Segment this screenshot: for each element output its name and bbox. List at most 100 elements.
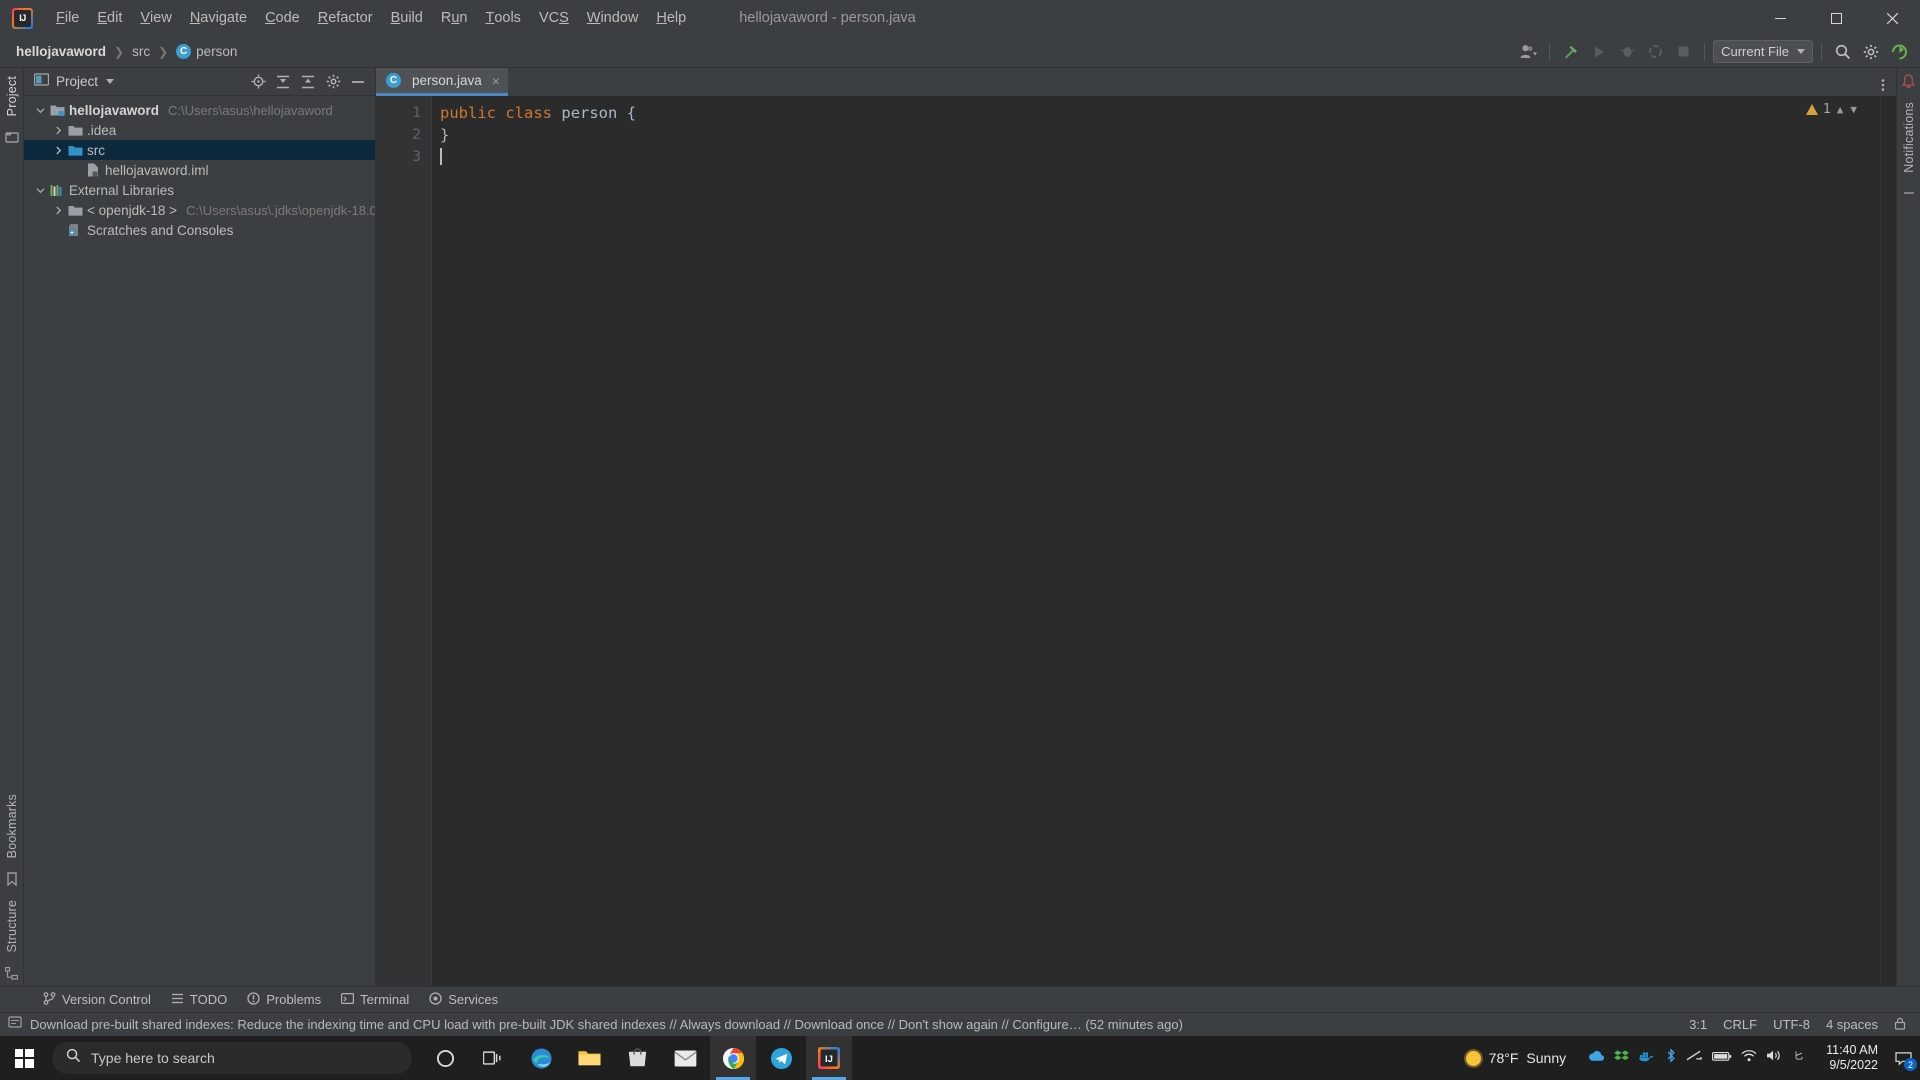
breadcrumb-class[interactable]: C person	[172, 42, 241, 61]
onedrive-icon[interactable]	[1588, 1049, 1605, 1067]
tree-row-src[interactable]: src	[24, 140, 375, 160]
menu-build[interactable]: Build	[382, 0, 432, 36]
notifications-bell-icon[interactable]	[1902, 74, 1915, 88]
ime-icon[interactable]: 匕	[1791, 1049, 1806, 1067]
caret-position[interactable]: 3:1	[1689, 1017, 1707, 1032]
volume-icon[interactable]	[1766, 1049, 1782, 1067]
tree-row[interactable]: hellojavaword.iml	[24, 160, 375, 180]
options-gear-icon[interactable]	[322, 71, 344, 93]
chevron-down-icon[interactable]	[106, 79, 115, 84]
menu-window[interactable]: Window	[578, 0, 648, 36]
updates-icon[interactable]	[1886, 40, 1912, 64]
menu-tools[interactable]: Tools	[476, 0, 529, 36]
chevron-right-icon[interactable]	[50, 146, 66, 155]
breadcrumb-separator-icon: ❯	[158, 44, 169, 59]
select-opened-file-icon[interactable]	[247, 71, 269, 93]
collapse-all-icon[interactable]	[297, 71, 319, 93]
rail-item-bookmarks[interactable]: Bookmarks	[5, 786, 19, 866]
menu-view[interactable]: View	[131, 0, 180, 36]
file-explorer-icon[interactable]	[566, 1036, 612, 1080]
menu-refactor[interactable]: Refactor	[309, 0, 382, 36]
editor-scrollbar[interactable]	[1880, 96, 1896, 986]
task-view-icon[interactable]	[470, 1036, 516, 1080]
hidden-icon[interactable]	[1686, 1049, 1703, 1067]
user-account-icon[interactable]	[1515, 40, 1541, 64]
menu-code[interactable]: Code	[256, 0, 309, 36]
minimize-notifications-icon[interactable]	[1903, 187, 1915, 199]
taskbar-search[interactable]	[52, 1042, 412, 1074]
menu-help[interactable]: Help	[647, 0, 695, 36]
taskbar-clock[interactable]: 11:40 AM 9/5/2022	[1820, 1043, 1884, 1073]
tree-row[interactable]: External Libraries	[24, 180, 375, 200]
status-message[interactable]: Download pre-built shared indexes: Reduc…	[30, 1017, 1183, 1032]
cortana-icon[interactable]	[422, 1036, 468, 1080]
close-icon[interactable]	[1864, 0, 1920, 36]
tree-row[interactable]: .idea	[24, 120, 375, 140]
chevron-down-icon[interactable]	[32, 106, 48, 115]
docker-icon[interactable]	[1638, 1049, 1656, 1068]
file-encoding[interactable]: UTF-8	[1773, 1017, 1810, 1032]
run-configuration-selector[interactable]: Current File	[1713, 40, 1813, 63]
project-window-icon	[33, 72, 50, 92]
chevron-up-icon[interactable]: ▲	[1836, 103, 1845, 116]
tree-row[interactable]: Scratches and Consoles	[24, 220, 375, 240]
tool-window-todo[interactable]: TODO	[162, 989, 236, 1010]
structure-icon[interactable]	[5, 967, 18, 980]
chevron-down-icon[interactable]: ▼	[1849, 103, 1858, 116]
chevron-down-icon[interactable]	[32, 186, 48, 195]
editor-tabs-options[interactable]	[1876, 78, 1890, 92]
expand-all-icon[interactable]	[272, 71, 294, 93]
battery-icon[interactable]	[1712, 1049, 1732, 1067]
telegram-icon[interactable]	[758, 1036, 804, 1080]
code-editor[interactable]: public class person { } 1 ▲ ▼	[432, 96, 1880, 986]
bluetooth-icon[interactable]	[1665, 1048, 1677, 1068]
tool-window-problems[interactable]: Problems	[238, 989, 330, 1010]
tool-window-services[interactable]: Services	[420, 989, 507, 1010]
close-icon[interactable]: ×	[492, 73, 500, 89]
microsoft-store-icon[interactable]	[614, 1036, 660, 1080]
lock-icon[interactable]	[1894, 1017, 1906, 1033]
weather-widget[interactable]: 78°F Sunny	[1458, 1050, 1574, 1066]
hide-icon[interactable]	[347, 71, 369, 93]
search-everywhere-icon[interactable]	[1830, 40, 1856, 64]
intellij-idea-icon[interactable]: IJ	[806, 1036, 852, 1080]
rail-item-project[interactable]: Project	[5, 68, 19, 124]
line-separator[interactable]: CRLF	[1723, 1017, 1757, 1032]
minimize-icon[interactable]	[1752, 0, 1808, 36]
dropbox-icon[interactable]	[1614, 1049, 1630, 1068]
project-stripe-icon[interactable]	[4, 130, 19, 144]
editor-tab-person-java[interactable]: C person.java ×	[376, 68, 508, 96]
status-event-log-icon[interactable]	[8, 1015, 22, 1034]
search-input[interactable]	[91, 1050, 398, 1066]
menu-file[interactable]: File	[47, 0, 88, 36]
chevron-right-icon[interactable]	[50, 126, 66, 135]
breadcrumb-src[interactable]: src	[128, 42, 154, 61]
settings-gear-icon[interactable]	[1858, 40, 1884, 64]
chrome-icon[interactable]	[710, 1036, 756, 1080]
tool-window-terminal[interactable]: Terminal	[332, 989, 418, 1010]
mail-icon[interactable]	[662, 1036, 708, 1080]
tree-row[interactable]: < openjdk-18 > C:\Users\asus\.jdks\openj…	[24, 200, 375, 220]
breadcrumb-project[interactable]: hellojavaword	[12, 42, 110, 61]
indent-setting[interactable]: 4 spaces	[1826, 1017, 1878, 1032]
chevron-right-icon[interactable]	[50, 206, 66, 215]
notification-center-icon[interactable]: 2	[1892, 1047, 1917, 1071]
maximize-icon[interactable]	[1808, 0, 1864, 36]
tool-window-label: Problems	[266, 992, 322, 1007]
start-button[interactable]	[0, 1036, 48, 1080]
tree-row[interactable]: hellojavaword C:\Users\asus\hellojavawor…	[24, 100, 375, 120]
inspection-widget[interactable]: 1 ▲ ▼	[1805, 102, 1858, 117]
menu-edit[interactable]: Edit	[88, 0, 131, 36]
menu-navigate[interactable]: Navigate	[181, 0, 256, 36]
edge-icon[interactable]	[518, 1036, 564, 1080]
tool-window-version-control[interactable]: Version Control	[34, 989, 160, 1010]
bookmark-icon[interactable]	[6, 872, 18, 887]
rail-item-structure[interactable]: Structure	[5, 892, 19, 961]
taskbar-apps: IJ	[422, 1036, 852, 1080]
menu-vcs[interactable]: VC S	[530, 0, 578, 36]
build-hammer-icon[interactable]	[1558, 40, 1584, 64]
rail-item-notifications[interactable]: Notifications	[1902, 94, 1916, 181]
tool-window-label: Version Control	[62, 992, 151, 1007]
network-icon[interactable]	[1741, 1049, 1757, 1067]
menu-run[interactable]: Run	[432, 0, 477, 36]
